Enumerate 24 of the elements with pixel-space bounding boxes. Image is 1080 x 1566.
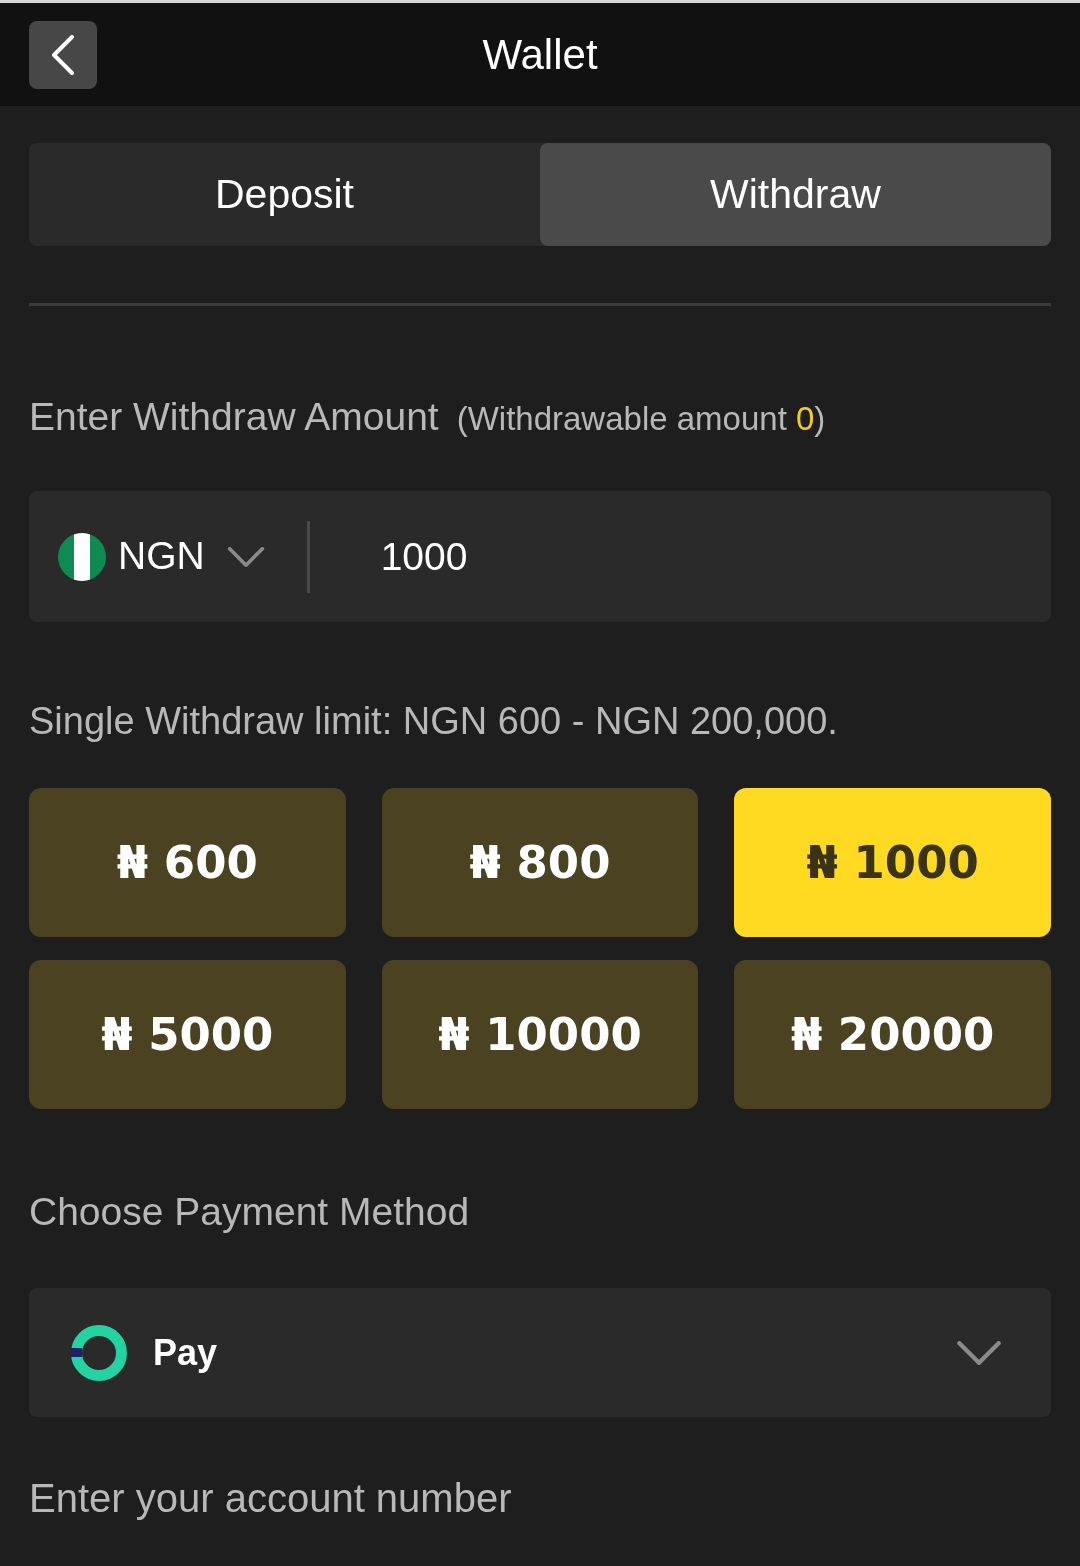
ring-logo-icon: [71, 1324, 127, 1381]
payment-method-dropdown[interactable]: Pay: [29, 1288, 1051, 1417]
account-number-label: Enter your account number: [29, 1475, 513, 1521]
limit-text: Single Withdraw limit: NGN 600 - NGN 200,000.: [29, 699, 839, 743]
tab[interactable]: Deposit: [29, 143, 540, 246]
back-button[interactable]: [29, 20, 97, 89]
amount-preset-button[interactable]: ₦ 600: [29, 788, 346, 937]
amount-preset-button[interactable]: ₦ 10000: [381, 960, 699, 1109]
amount-preset-button[interactable]: ₦ 20000: [734, 960, 1051, 1109]
withdrawable-amount-text: (Withdrawable amount 0): [456, 399, 826, 439]
back-icon: [52, 34, 74, 75]
screen-title: Wallet: [482, 30, 598, 79]
tab[interactable]: Withdraw: [540, 143, 1051, 246]
amount-field[interactable]: NGN 1000: [29, 491, 1051, 622]
amount-input[interactable]: 1000: [380, 526, 1051, 587]
amount-preset-button[interactable]: ₦ 1000: [734, 788, 1051, 937]
amount-label: Enter Withdraw Amount: [29, 394, 439, 440]
payment-method-label: Choose Payment Method: [29, 1190, 471, 1234]
currency-selector[interactable]: NGN: [58, 491, 265, 622]
chevron-down-icon: [226, 546, 265, 567]
amount-preset-button[interactable]: ₦ 800: [381, 788, 699, 937]
chevron-down-icon: [957, 1340, 1001, 1365]
amount-preset-button[interactable]: ₦ 5000: [29, 960, 346, 1109]
flag-icon: [58, 532, 106, 581]
